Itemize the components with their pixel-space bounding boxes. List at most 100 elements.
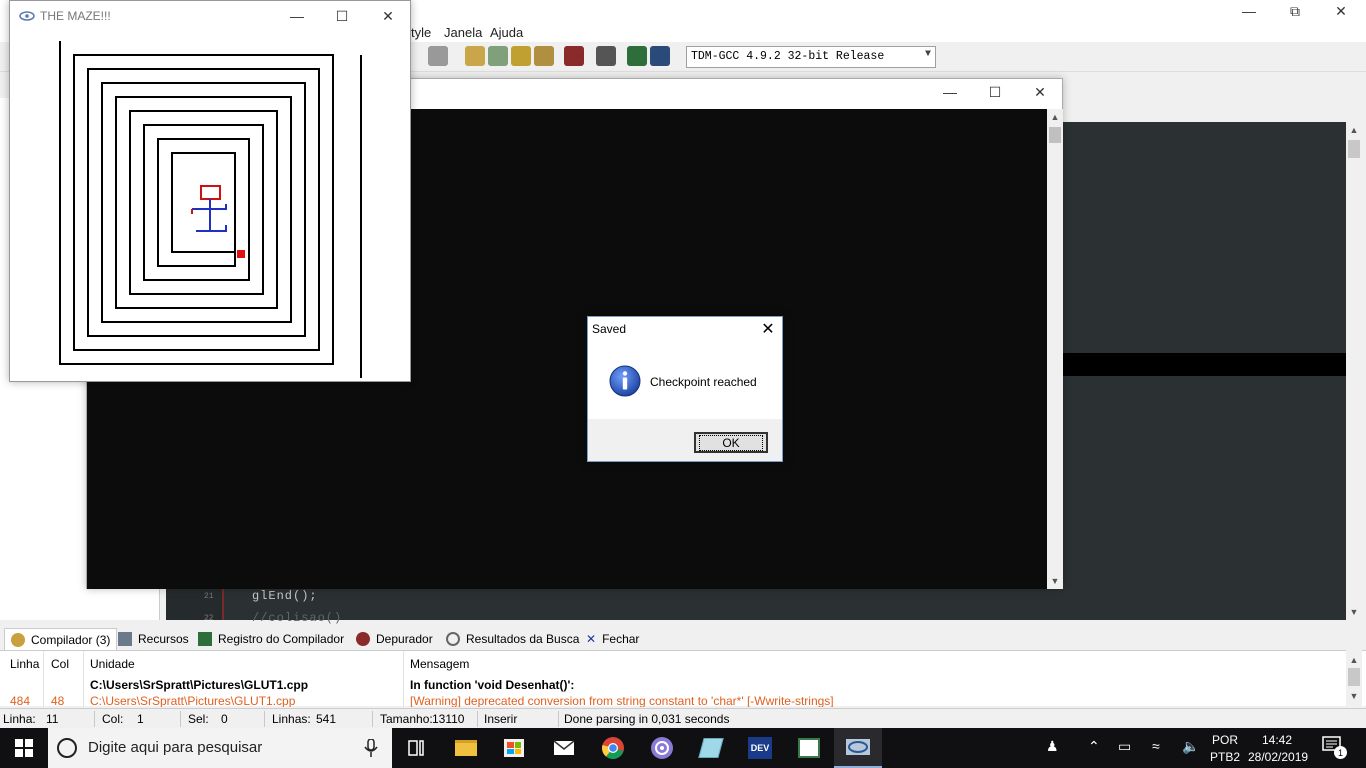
ok-button[interactable]: OK xyxy=(694,432,768,453)
clock-date[interactable]: 28/02/2019 xyxy=(1248,750,1308,764)
scroll-up-icon[interactable]: ▲ xyxy=(1346,652,1362,668)
row-unit: C:\Users\SrSpratt\Pictures\GLUT1.cpp xyxy=(90,694,296,707)
start-button[interactable] xyxy=(0,728,48,768)
status-divider xyxy=(264,711,265,727)
scroll-up-icon[interactable]: ▲ xyxy=(1047,109,1063,125)
status-lines-value: 541 xyxy=(316,712,337,726)
column-header-line[interactable]: Linha xyxy=(10,657,39,671)
tab-search-results[interactable]: Resultados da Busca xyxy=(440,628,585,650)
file-explorer-icon[interactable] xyxy=(442,728,490,768)
microphone-icon[interactable] xyxy=(364,739,378,757)
console-scrollbar[interactable]: ▲ ▼ xyxy=(1047,109,1063,589)
tab-compiler[interactable]: Compilador (3) xyxy=(4,628,118,650)
status-line-value: 11 xyxy=(46,712,59,726)
maze-canvas[interactable] xyxy=(10,31,410,381)
messages-scrollbar[interactable]: ▲ ▼ xyxy=(1346,650,1362,706)
scroll-down-icon[interactable]: ▼ xyxy=(1346,688,1362,704)
maze-window[interactable]: THE MAZE!!! — ☐ ✕ xyxy=(9,0,411,382)
maze-minimize-button[interactable]: — xyxy=(274,5,320,27)
profile-icon[interactable] xyxy=(627,46,647,66)
battery-icon[interactable]: ▭ xyxy=(1118,738,1131,755)
chrome-icon[interactable] xyxy=(589,728,637,768)
saved-dialog: Saved ✕ Checkpoint reached OK xyxy=(587,316,783,462)
status-divider xyxy=(477,711,478,727)
menu-window[interactable]: Janela xyxy=(444,25,482,40)
console-close-button[interactable]: ✕ xyxy=(1017,81,1063,103)
status-line-label: Linha: xyxy=(3,712,36,726)
table-row[interactable]: 484 48 C:\Users\SrSpratt\Pictures\GLUT1.… xyxy=(0,693,1340,707)
clock-time[interactable]: 14:42 xyxy=(1262,733,1292,747)
tab-label: Resultados da Busca xyxy=(466,632,580,646)
ok-button-label: OK xyxy=(699,434,763,451)
tab-label: Registro do Compilador xyxy=(218,632,345,646)
tab-resources[interactable]: Recursos xyxy=(112,628,195,650)
compiler-select[interactable]: TDM-GCC 4.9.2 32-bit Release ▼ xyxy=(686,46,936,68)
dialog-footer: OK xyxy=(588,419,782,461)
glut-app-taskbar-icon[interactable] xyxy=(834,728,882,768)
scroll-up-icon[interactable]: ▲ xyxy=(1346,122,1362,138)
compiler-messages-table: Linha Col Unidade Mensagem C:\Users\SrSp… xyxy=(0,650,1366,707)
spreadsheet-icon[interactable] xyxy=(785,728,833,768)
scrollbar-thumb[interactable] xyxy=(1049,127,1061,143)
tab-compile-log[interactable]: Registro do Compilador xyxy=(192,628,350,650)
console-minimize-button[interactable]: — xyxy=(927,81,973,103)
row-line: 484 xyxy=(10,694,31,707)
ide-minimize-button[interactable]: — xyxy=(1226,0,1272,22)
status-parse-info: Done parsing in 0,031 seconds xyxy=(564,712,730,726)
status-col-label: Col: xyxy=(102,712,124,726)
compiler-select-value: TDM-GCC 4.9.2 32-bit Release xyxy=(691,50,885,63)
chevron-up-icon[interactable]: ⌃ xyxy=(1088,738,1100,755)
column-header-unit[interactable]: Unidade xyxy=(90,657,135,671)
menu-style[interactable]: tyle xyxy=(411,25,431,40)
menu-help[interactable]: Ajuda xyxy=(490,25,523,40)
dialog-title: Saved xyxy=(592,322,627,336)
compiler-icon xyxy=(11,632,25,647)
maze-maximize-button[interactable]: ☐ xyxy=(319,5,365,27)
dev-cpp-icon[interactable]: DEV xyxy=(736,728,784,768)
windows-logo-icon xyxy=(15,739,33,757)
compile-icon[interactable] xyxy=(465,46,485,66)
maze-close-button[interactable]: ✕ xyxy=(365,5,411,27)
wifi-icon[interactable]: ≈ xyxy=(1152,738,1160,754)
keyboard-layout-indicator[interactable]: PTB2 xyxy=(1210,750,1240,764)
maze-window-title: THE MAZE!!! xyxy=(40,9,111,23)
toolbar-gear-icon[interactable] xyxy=(428,46,448,66)
scrollbar-thumb[interactable] xyxy=(1348,668,1360,686)
chevron-down-icon: ▼ xyxy=(924,49,931,60)
notification-center-icon[interactable]: 1 xyxy=(1322,736,1348,760)
run-icon[interactable] xyxy=(488,46,508,66)
task-view-icon[interactable] xyxy=(394,728,442,768)
tab-close[interactable]: ✕ Fechar xyxy=(580,628,645,650)
tab-label: Compilador (3) xyxy=(31,632,111,647)
status-size-label: Tamanho: xyxy=(380,712,433,726)
taskbar-search[interactable]: Digite aqui para pesquisar xyxy=(48,728,392,768)
rebuild-icon[interactable] xyxy=(534,46,554,66)
status-divider xyxy=(558,711,559,727)
compile-run-icon[interactable] xyxy=(511,46,531,66)
column-header-message[interactable]: Mensagem xyxy=(410,657,469,671)
search-placeholder: Digite aqui para pesquisar xyxy=(88,739,263,756)
mail-icon[interactable] xyxy=(540,728,588,768)
editor-scrollbar[interactable]: ▲ ▼ xyxy=(1346,122,1362,620)
ide-close-button[interactable]: ✕ xyxy=(1318,0,1364,22)
language-indicator[interactable]: POR xyxy=(1212,733,1238,747)
notes-icon[interactable] xyxy=(687,728,735,768)
stop-icon[interactable] xyxy=(650,46,670,66)
console-maximize-button[interactable]: ☐ xyxy=(972,81,1018,103)
volume-icon[interactable]: 🔈 xyxy=(1182,738,1199,755)
tab-debugger[interactable]: Depurador xyxy=(350,628,439,650)
dialog-close-button[interactable]: ✕ xyxy=(758,319,778,339)
status-sel-value: 0 xyxy=(221,712,228,726)
debug-icon[interactable] xyxy=(564,46,584,66)
ide-restore-button[interactable]: ⧉ xyxy=(1272,0,1318,22)
cd-burner-icon[interactable] xyxy=(638,728,686,768)
store-icon[interactable] xyxy=(490,728,538,768)
scrollbar-thumb[interactable] xyxy=(1348,140,1360,158)
people-icon[interactable]: ♟ xyxy=(1046,738,1059,755)
dialog-message: Checkpoint reached xyxy=(650,375,757,389)
goto-icon[interactable] xyxy=(596,46,616,66)
scroll-down-icon[interactable]: ▼ xyxy=(1047,573,1063,589)
column-header-col[interactable]: Col xyxy=(51,657,69,671)
scroll-down-icon[interactable]: ▼ xyxy=(1346,604,1362,620)
tab-label: Fechar xyxy=(602,632,640,646)
